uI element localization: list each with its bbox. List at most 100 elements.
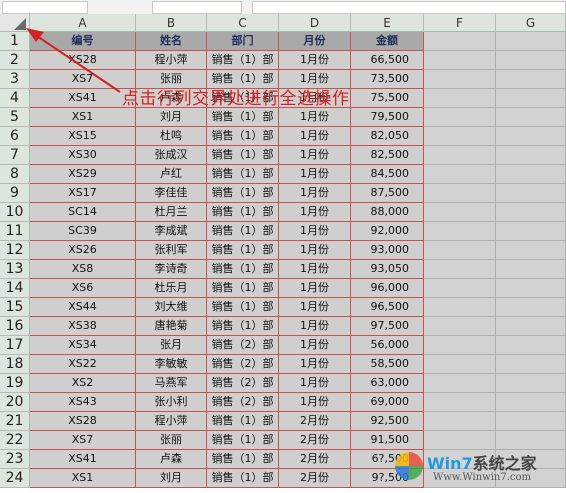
cell-empty[interactable] (496, 32, 566, 51)
row-header-5[interactable]: 5 (0, 108, 30, 127)
table-cell[interactable]: 1月份 (279, 146, 351, 165)
table-cell[interactable]: 销售（1）部 (207, 165, 279, 184)
table-cell[interactable]: XS41 (30, 450, 136, 469)
table-cell[interactable]: XS43 (30, 393, 136, 412)
row-header-6[interactable]: 6 (0, 127, 30, 146)
table-cell[interactable]: 1月份 (279, 127, 351, 146)
table-cell[interactable]: 1月份 (279, 393, 351, 412)
table-cell[interactable]: 1月份 (279, 165, 351, 184)
table-cell[interactable]: 1月份 (279, 184, 351, 203)
table-cell[interactable]: 1月份 (279, 222, 351, 241)
table-cell[interactable]: 1月份 (279, 298, 351, 317)
row-header-16[interactable]: 16 (0, 317, 30, 336)
row-header-20[interactable]: 20 (0, 393, 30, 412)
table-cell[interactable]: 2月份 (279, 412, 351, 431)
name-box[interactable] (2, 1, 88, 14)
cell-empty[interactable] (424, 51, 496, 70)
table-cell[interactable]: SC39 (30, 222, 136, 241)
row-header-21[interactable]: 21 (0, 412, 30, 431)
table-cell[interactable]: XS28 (30, 412, 136, 431)
table-cell[interactable]: 75,500 (351, 89, 424, 108)
table-header-cell[interactable]: 姓名 (136, 32, 207, 51)
cell-empty[interactable] (424, 412, 496, 431)
cell-empty[interactable] (496, 317, 566, 336)
table-cell[interactable]: 销售（2）部 (207, 336, 279, 355)
column-header-e[interactable]: E (351, 14, 424, 32)
table-header-cell[interactable]: 月份 (279, 32, 351, 51)
cell-empty[interactable] (424, 336, 496, 355)
table-cell[interactable]: 1月份 (279, 374, 351, 393)
table-header-cell[interactable]: 编号 (30, 32, 136, 51)
row-header-23[interactable]: 23 (0, 450, 30, 469)
cell-empty[interactable] (496, 222, 566, 241)
row-header-3[interactable]: 3 (0, 70, 30, 89)
table-cell[interactable]: 1月份 (279, 108, 351, 127)
table-cell[interactable]: 杜鸣 (136, 127, 207, 146)
table-cell[interactable]: 73,500 (351, 70, 424, 89)
table-cell[interactable]: 84,500 (351, 165, 424, 184)
cell-empty[interactable] (496, 165, 566, 184)
cell-empty[interactable] (496, 203, 566, 222)
table-cell[interactable]: 唐艳菊 (136, 317, 207, 336)
table-cell[interactable]: 2月份 (279, 431, 351, 450)
row-header-10[interactable]: 10 (0, 203, 30, 222)
table-cell[interactable]: 张丽 (136, 431, 207, 450)
cell-empty[interactable] (424, 32, 496, 51)
table-cell[interactable]: 刘大维 (136, 298, 207, 317)
table-cell[interactable]: XS34 (30, 336, 136, 355)
table-cell[interactable]: XS8 (30, 260, 136, 279)
cell-empty[interactable] (424, 127, 496, 146)
table-cell[interactable]: 1月份 (279, 260, 351, 279)
formula-input[interactable] (252, 1, 566, 14)
table-cell[interactable]: XS7 (30, 431, 136, 450)
table-cell[interactable]: 李佳佳 (136, 184, 207, 203)
cell-empty[interactable] (496, 336, 566, 355)
row-header-7[interactable]: 7 (0, 146, 30, 165)
table-cell[interactable]: 66,500 (351, 51, 424, 70)
table-cell[interactable]: XS2 (30, 374, 136, 393)
table-cell[interactable]: 张小利 (136, 393, 207, 412)
cell-empty[interactable] (424, 184, 496, 203)
row-header-17[interactable]: 17 (0, 336, 30, 355)
table-cell[interactable]: 92,500 (351, 412, 424, 431)
row-header-14[interactable]: 14 (0, 279, 30, 298)
select-all-triangle-icon[interactable] (14, 18, 26, 30)
cell-empty[interactable] (424, 298, 496, 317)
row-header-19[interactable]: 19 (0, 374, 30, 393)
table-cell[interactable]: 李诗奇 (136, 260, 207, 279)
table-cell[interactable]: 销售（1）部 (207, 317, 279, 336)
table-cell[interactable]: 李敏敏 (136, 355, 207, 374)
row-header-1[interactable]: 1 (0, 32, 30, 51)
table-cell[interactable]: 销售（1）部 (207, 51, 279, 70)
table-cell[interactable]: 卢森 (136, 450, 207, 469)
table-cell[interactable]: SC14 (30, 203, 136, 222)
cell-empty[interactable] (496, 51, 566, 70)
cell-empty[interactable] (424, 241, 496, 260)
table-cell[interactable]: 1月份 (279, 317, 351, 336)
table-cell[interactable]: 58,500 (351, 355, 424, 374)
table-cell[interactable]: 82,050 (351, 127, 424, 146)
table-cell[interactable]: 销售（1）部 (207, 298, 279, 317)
row-header-15[interactable]: 15 (0, 298, 30, 317)
table-cell[interactable]: 97,500 (351, 317, 424, 336)
cell-empty[interactable] (496, 374, 566, 393)
table-cell[interactable]: 程小萍 (136, 412, 207, 431)
table-cell[interactable]: 93,000 (351, 241, 424, 260)
row-header-24[interactable]: 24 (0, 469, 30, 488)
table-cell[interactable]: 69,000 (351, 393, 424, 412)
table-cell[interactable]: 93,050 (351, 260, 424, 279)
table-cell[interactable]: 张月 (136, 336, 207, 355)
cell-empty[interactable] (424, 203, 496, 222)
cell-empty[interactable] (424, 355, 496, 374)
table-cell[interactable]: 96,500 (351, 298, 424, 317)
cell-empty[interactable] (424, 374, 496, 393)
table-cell[interactable]: XS28 (30, 51, 136, 70)
table-cell[interactable]: 刘月 (136, 469, 207, 488)
column-header-d[interactable]: D (279, 14, 351, 32)
cell-empty[interactable] (424, 89, 496, 108)
table-cell[interactable]: 李成斌 (136, 222, 207, 241)
table-cell[interactable]: 销售（1）部 (207, 260, 279, 279)
table-cell[interactable]: XS1 (30, 108, 136, 127)
table-cell[interactable]: 卢红 (136, 165, 207, 184)
table-cell[interactable]: 79,500 (351, 108, 424, 127)
